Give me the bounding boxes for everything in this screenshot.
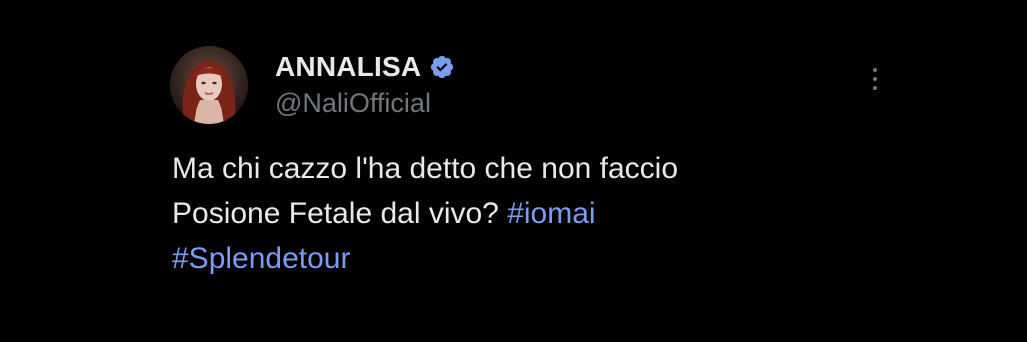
more-vertical-icon-dot (873, 77, 877, 81)
avatar-photo (170, 46, 248, 124)
tweet-text-line-1: Ma chi cazzo l'ha detto che non faccio (172, 152, 679, 185)
name-row: ANNALISA (275, 50, 455, 84)
tweet-card[interactable]: ANNALISA @NaliOfficial Ma chi cazzo l'ha… (0, 0, 1027, 342)
tweet-text-line-3: #Splendetour (172, 236, 952, 281)
hashtag-link[interactable]: #iomai (507, 197, 595, 230)
more-vertical-icon-dot (873, 86, 877, 90)
more-options-button[interactable] (862, 62, 888, 96)
more-vertical-icon (873, 68, 877, 72)
author-avatar[interactable] (170, 46, 248, 124)
tweet-text-plain: Posione Fetale dal vivo? (172, 197, 508, 230)
tweet-text: Ma chi cazzo l'ha detto che non faccio P… (172, 146, 952, 281)
verified-badge-icon (429, 54, 455, 80)
tweet-header: ANNALISA @NaliOfficial (275, 50, 455, 119)
author-handle[interactable]: @NaliOfficial (275, 88, 455, 119)
hashtag-link[interactable]: #Splendetour (172, 242, 350, 275)
tweet-text-line-2: Posione Fetale dal vivo? #iomai (172, 191, 952, 236)
author-display-name[interactable]: ANNALISA (275, 51, 421, 83)
